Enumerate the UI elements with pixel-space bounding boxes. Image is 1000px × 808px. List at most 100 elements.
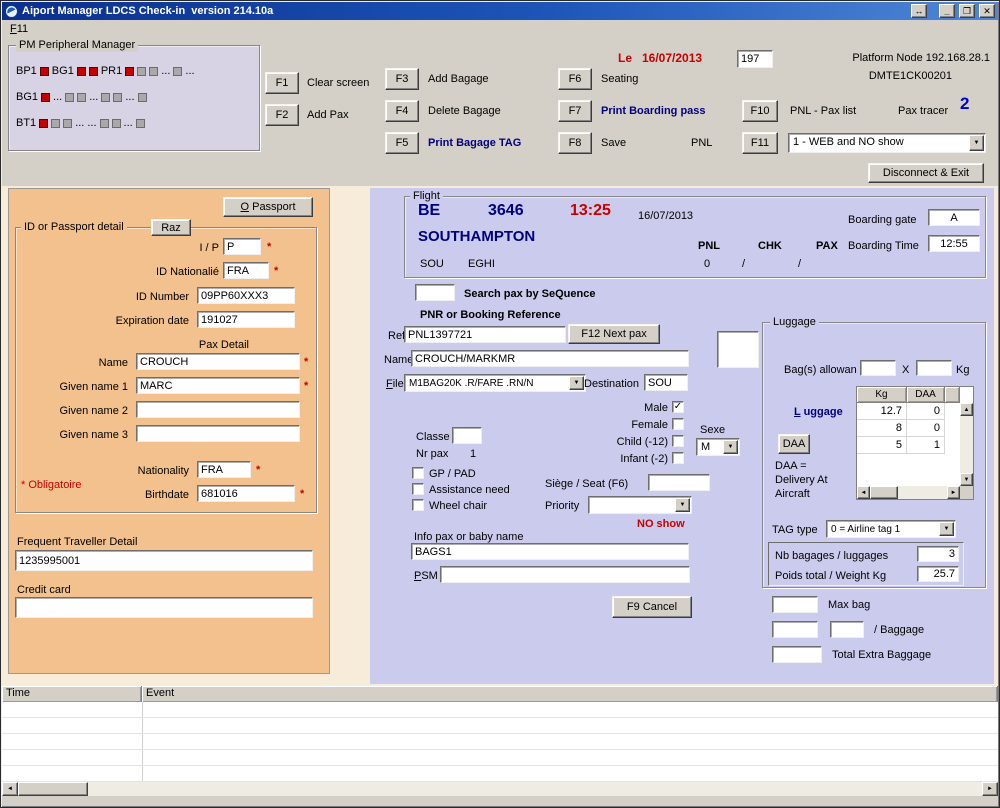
seat-input[interactable] [648,474,710,491]
grid-header-kg[interactable]: Kg [857,387,907,403]
scroll-up-icon[interactable]: ▲ [960,403,973,416]
birthdate-input[interactable] [197,485,295,502]
grid-cell-daa[interactable]: 0 [907,403,945,420]
infant-checkbox[interactable] [672,452,684,464]
event-hscrollbar-thumb[interactable] [18,782,88,796]
destination-input[interactable] [644,374,688,391]
luggage-grid[interactable]: Kg DAA 12.7 0 8 0 5 1 ▲ ▼ ◄ ► [856,386,974,500]
disconnect-exit-button[interactable]: Disconnect & Exit [868,163,984,183]
daa-button[interactable]: DAA [778,434,810,454]
child-checkbox[interactable] [672,435,684,447]
tag-type-select[interactable]: 0 = Airline tag 1 ▼ [826,520,956,538]
grid-header-daa[interactable]: DAA [907,387,945,403]
f3-button[interactable]: F3 [385,68,419,90]
f11-filter-select[interactable]: 1 - WEB and NO show ▼ [788,133,986,153]
grid-hscrollbar-thumb[interactable] [870,486,898,499]
event-row[interactable] [2,734,998,750]
f9-cancel-button[interactable]: F9 Cancel [612,596,692,618]
f2-button[interactable]: F2 [265,104,299,126]
o-passport-button[interactable]: O Passport [223,197,313,217]
f5-button[interactable]: F5 [385,132,419,154]
status-led-grey [100,119,109,128]
wheel-chair-checkbox[interactable] [412,499,424,511]
f10-button[interactable]: F10 [742,100,778,122]
scroll-down-icon[interactable]: ▼ [960,473,973,486]
max-bag-input[interactable] [772,596,818,613]
f6-button[interactable]: F6 [558,68,592,90]
grid-cell-kg[interactable]: 5 [857,437,907,454]
f4-button[interactable]: F4 [385,100,419,122]
credit-card-input[interactable] [15,597,313,618]
counter-input[interactable] [737,50,773,68]
event-column-header[interactable]: Event [142,686,998,702]
status-led-grey [112,119,121,128]
id-nationality-input[interactable] [223,262,269,279]
file-select[interactable]: M1BAG20K .R/FARE .RN/N ▼ [404,374,586,392]
expiration-date-input[interactable] [197,311,295,328]
boarding-gate-input[interactable] [928,209,980,226]
scroll-left-icon[interactable]: ◄ [857,486,870,499]
grid-cell-daa[interactable]: 0 [907,420,945,437]
f12-next-pax-button[interactable]: F12 Next pax [568,324,660,344]
resize-window-button[interactable]: ↔ [911,4,927,18]
menu-item-f11[interactable]: F11 [10,23,28,36]
f8-button[interactable]: F8 [558,132,592,154]
name-input[interactable] [136,353,300,370]
nationality-input[interactable] [197,461,251,478]
titlebar[interactable]: Aiport Manager LDCS Check-in version 214… [2,2,998,20]
total-extra-baggage-input[interactable] [772,646,822,663]
ip-input[interactable] [223,238,261,255]
given-name-1-input[interactable] [136,377,300,394]
nb-bagages-input[interactable] [917,546,959,562]
time-column-header[interactable]: Time [2,686,142,702]
id-number-input[interactable] [197,287,295,304]
f1-button[interactable]: F1 [265,72,299,94]
scroll-right-icon[interactable]: ► [947,486,960,499]
status-led-red [125,67,134,76]
minimize-button[interactable]: _ [939,4,955,18]
chevron-down-icon[interactable]: ▼ [675,498,690,512]
boarding-time-input[interactable] [928,235,980,252]
grid-cell-kg[interactable]: 12.7 [857,403,907,420]
grid-cell-daa[interactable]: 1 [907,437,945,454]
given-name-2-input[interactable] [136,401,300,418]
grid-cell-kg[interactable]: 8 [857,420,907,437]
bag-allowance-input[interactable] [860,360,896,376]
per-baggage-input-2[interactable] [830,621,864,638]
sexe-select[interactable]: M ▼ [696,438,740,456]
ref-input[interactable] [404,326,566,343]
poids-total-input[interactable] [917,566,959,582]
raz-button[interactable]: Raz [151,219,191,236]
ip-label: I / P [151,242,219,255]
f7-button[interactable]: F7 [558,100,592,122]
chevron-down-icon[interactable]: ▼ [969,135,984,151]
event-row[interactable] [2,702,998,718]
per-baggage-input-1[interactable] [772,621,818,638]
close-button[interactable]: ✕ [979,4,995,18]
event-row[interactable] [2,750,998,766]
psm-input[interactable] [440,566,690,583]
assistance-checkbox[interactable] [412,483,424,495]
gp-pad-checkbox[interactable] [412,467,424,479]
info-pax-input[interactable] [411,543,689,560]
event-row[interactable] [2,718,998,734]
given-name-3-input[interactable] [136,425,300,442]
classe-input[interactable] [452,427,482,444]
pax-name-input[interactable] [411,350,689,367]
event-row[interactable] [2,766,998,782]
priority-select[interactable]: ▼ [588,496,692,514]
chevron-down-icon[interactable]: ▼ [939,522,954,536]
maximize-button[interactable]: ❐ [959,4,975,18]
sequence-search-input[interactable] [415,284,455,301]
chevron-down-icon[interactable]: ▼ [569,376,584,390]
event-hscrollbar-track[interactable] [18,782,982,796]
female-checkbox[interactable] [672,418,684,430]
male-checkbox[interactable]: ✓ [672,401,684,413]
chevron-down-icon[interactable]: ▼ [723,440,738,454]
f11-button[interactable]: F11 [742,132,778,154]
frequent-traveller-input[interactable] [15,550,313,571]
bag-allowance-kg-input[interactable] [916,360,952,376]
scroll-left-icon[interactable]: ◄ [2,782,18,796]
luggage-link-label[interactable]: L uggage [794,406,843,419]
scroll-right-icon[interactable]: ► [982,782,998,796]
